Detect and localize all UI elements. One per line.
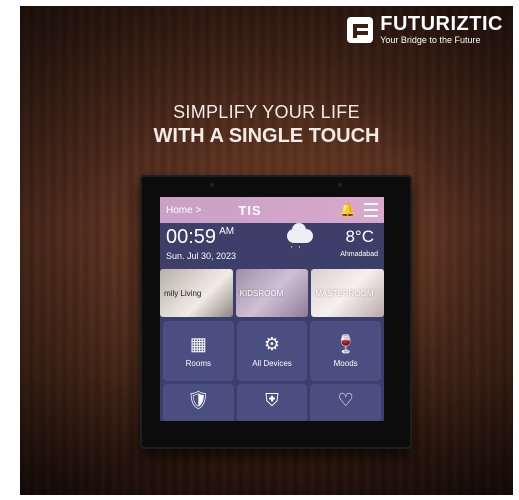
menu-icon[interactable] <box>364 203 378 217</box>
clock-ampm: AM <box>219 226 235 237</box>
home-breadcrumb[interactable]: Home > <box>166 205 238 216</box>
alarm-tile[interactable]: ⛨ <box>236 384 308 421</box>
tile-label: All Devices <box>252 359 292 368</box>
room-label: mily Living <box>164 288 202 298</box>
menu-grid: ▦ Rooms ⚙ All Devices 🍷 Moods 🛡 ⛨ ♡ <box>160 317 384 421</box>
brand-name: FUTURIZTIC <box>380 13 503 35</box>
brand-mark-icon <box>347 17 374 43</box>
promo-image: FUTURIZTIC Your Bridge to the Future SIM… <box>20 6 513 495</box>
sensor-dot <box>210 183 214 187</box>
glasses-icon: 🍷 <box>334 334 357 354</box>
room-card[interactable]: MASTERROOM <box>311 269 384 317</box>
tis-logo: TIS <box>238 202 262 218</box>
room-carousel: mily Living KIDSROOM MASTERROOM <box>160 269 384 317</box>
headline-line2: WITH A SINGLE TOUCH <box>153 125 380 147</box>
headline: SIMPLIFY YOUR LIFE WITH A SINGLE TOUCH <box>20 102 513 148</box>
room-label: MASTERROOM <box>315 288 374 298</box>
temperature: 8°C <box>345 227 374 246</box>
city: Ahmadabad <box>340 251 378 258</box>
heart-pulse-icon: ♡ <box>337 390 354 410</box>
security-tile[interactable]: 🛡 <box>163 384 234 421</box>
tile-label: Moods <box>333 359 358 368</box>
moods-tile[interactable]: 🍷 Moods <box>310 321 381 381</box>
security-icon: ⛨ <box>265 390 279 410</box>
rooms-icon: ▦ <box>189 334 207 354</box>
shield-check-icon: 🛡 <box>186 390 210 410</box>
clock-time: 00:59 <box>166 226 217 248</box>
room-card[interactable]: KIDSROOM <box>235 269 309 317</box>
rain-drops-icon: ′ ′ <box>291 245 303 254</box>
headline-line1: SIMPLIFY YOUR LIFE <box>173 102 360 122</box>
wall-touch-panel: Home > TIS 🔔 00:59 AM Sun. Jul 30, 2023 ′… <box>140 175 412 449</box>
panel-topbar: Home > TIS 🔔 <box>160 197 384 223</box>
sensor-dot <box>338 183 342 187</box>
rain-cloud-icon <box>287 223 313 243</box>
all-devices-tile[interactable]: ⚙ All Devices <box>236 321 308 381</box>
brand-logo: FUTURIZTIC Your Bridge to the Future <box>347 14 503 46</box>
bell-icon[interactable]: 🔔 <box>340 202 356 218</box>
rooms-tile[interactable]: ▦ Rooms <box>163 321 234 381</box>
tile-label: Rooms <box>185 359 211 368</box>
health-tile[interactable]: ♡ <box>310 384 381 421</box>
room-card[interactable]: mily Living <box>160 269 233 317</box>
sliders-icon: ⚙ <box>263 334 281 354</box>
room-label: KIDSROOM <box>239 288 284 298</box>
brand-tagline: Your Bridge to the Future <box>380 35 481 45</box>
clock-weather: 00:59 AM Sun. Jul 30, 2023 ′ ′ 8°C Ahmada… <box>160 223 384 269</box>
panel-screen: Home > TIS 🔔 00:59 AM Sun. Jul 30, 2023 ′… <box>160 197 384 421</box>
clock-date: Sun. Jul 30, 2023 <box>166 251 237 261</box>
